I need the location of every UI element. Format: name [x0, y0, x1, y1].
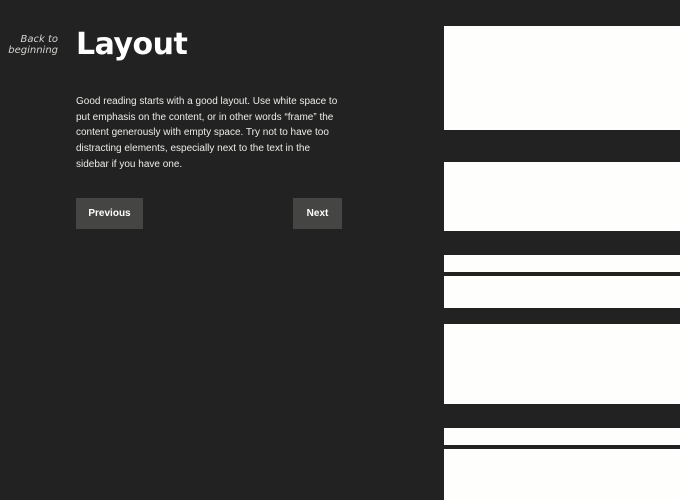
body-paragraph: Good reading starts with a good layout. …: [76, 96, 338, 170]
back-to-beginning-link[interactable]: Back to beginning: [8, 34, 58, 56]
page-title: Layout: [76, 27, 188, 62]
sidebar-block: [444, 449, 680, 500]
sidebar-block: [444, 428, 680, 445]
previous-button[interactable]: Previous: [76, 198, 143, 229]
back-link-line-2: beginning: [8, 45, 58, 56]
next-button[interactable]: Next: [293, 198, 342, 229]
sidebar-block: [444, 324, 680, 404]
sidebar-block: [444, 255, 680, 272]
back-link-line-1: Back to: [20, 34, 59, 45]
sidebar-block: [444, 26, 680, 130]
sidebar: [444, 0, 680, 500]
sidebar-block: [444, 276, 680, 308]
sidebar-block: [444, 162, 680, 231]
